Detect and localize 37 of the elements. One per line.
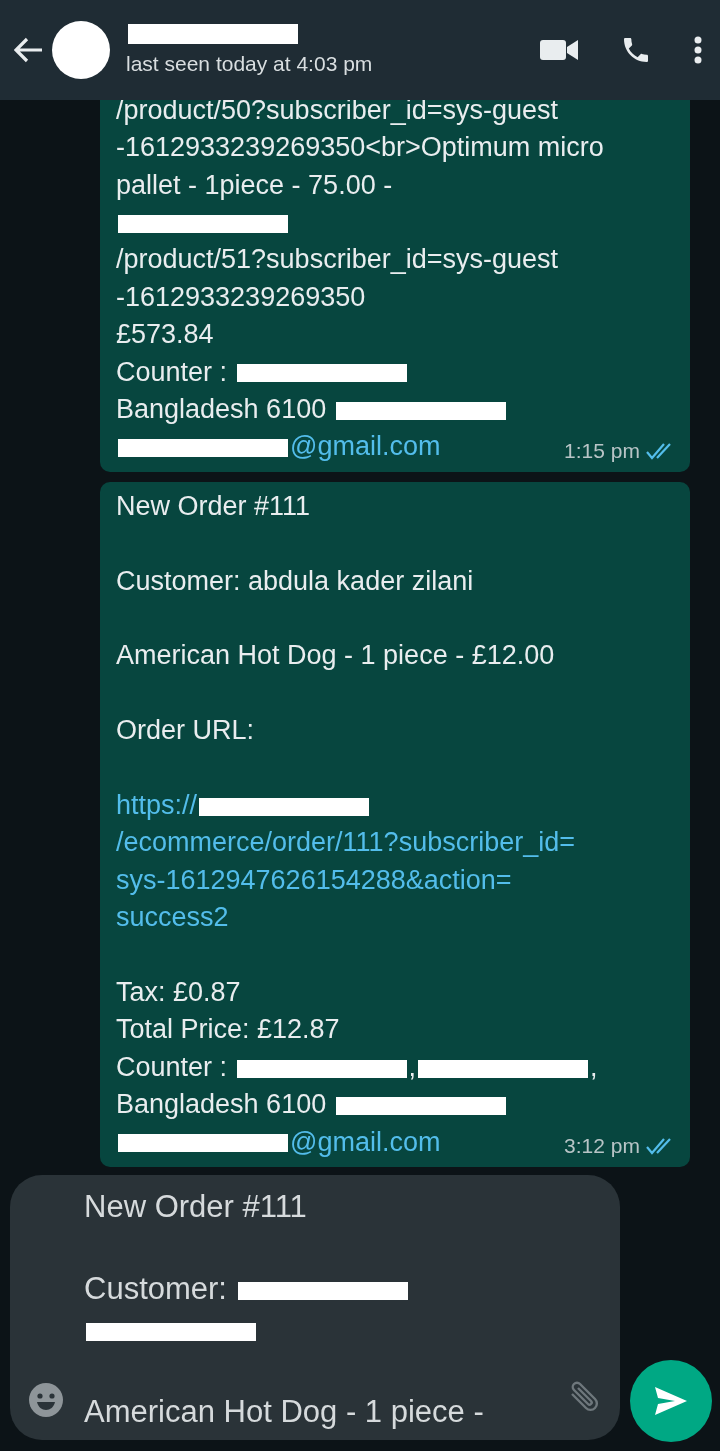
more-options-icon[interactable]: [694, 36, 702, 64]
message-text: Order URL:: [116, 715, 255, 746]
send-icon: [653, 1385, 689, 1417]
emoji-icon[interactable]: [28, 1382, 64, 1418]
message-text: ,: [408, 1051, 417, 1082]
message-time: 3:12 pm: [564, 1133, 640, 1159]
message-text: -1612933239269350: [116, 281, 366, 312]
message-text: Customer:: [84, 1271, 228, 1306]
message-text: Counter :: [116, 1051, 229, 1082]
message-text: £573.84: [116, 319, 214, 350]
back-icon[interactable]: [14, 37, 44, 63]
message-text: pallet - 1piece - 75.00 -: [116, 169, 393, 200]
message-text: New Order #111: [116, 490, 311, 521]
message-text: Counter :: [116, 356, 229, 387]
message-text: Customer: abdula kader zilani: [116, 565, 474, 596]
link[interactable]: sys-1612947626154288&action=: [116, 864, 512, 895]
link[interactable]: @gmail.com: [290, 1126, 441, 1157]
message-text: /product/50?subscriber_id=sys-guest: [116, 100, 558, 125]
link[interactable]: https://: [116, 789, 198, 820]
message-text: Bangladesh 6100: [116, 1089, 328, 1120]
message-text: ,: [590, 1051, 598, 1082]
message-time: 1:15 pm: [564, 437, 640, 464]
message-text: /product/51?subscriber_id=sys-guest: [116, 244, 558, 275]
link[interactable]: /ecommerce/order/111?subscriber_id=: [116, 827, 575, 858]
avatar[interactable]: [52, 21, 110, 79]
message-input-field[interactable]: New Order #111 Customer: American Hot Dog - 1 piece -: [10, 1175, 620, 1440]
message-text: New Order #111: [84, 1189, 307, 1224]
link[interactable]: @gmail.com: [290, 431, 441, 462]
last-seen-status: last seen today at 4:03 pm: [126, 52, 374, 76]
message-text: Bangladesh 6100: [116, 393, 328, 424]
message-text: Tax: £0.87: [116, 976, 241, 1007]
message-text: American Hot Dog - 1 piece - £12.00: [116, 640, 555, 671]
message-text: -1612933239269350<br>Optimum micro: [116, 132, 604, 163]
video-camera-icon[interactable]: [540, 38, 578, 62]
link[interactable]: success2: [116, 902, 229, 933]
message-text: American Hot Dog - 1 piece -: [84, 1394, 484, 1429]
message-text: Total Price: £12.87: [116, 1014, 340, 1045]
